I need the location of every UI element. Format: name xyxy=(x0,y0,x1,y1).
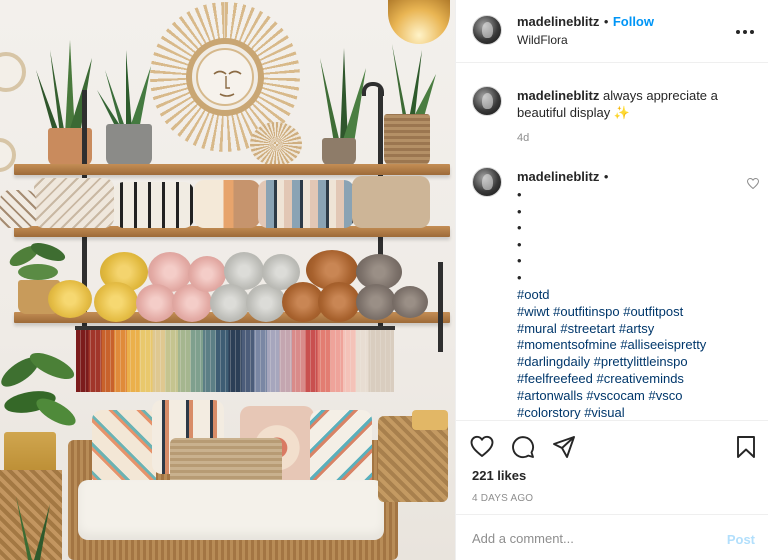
wall-pipe-right xyxy=(438,262,443,352)
bullet-line: • xyxy=(517,220,522,235)
caption-time[interactable]: 4d xyxy=(517,132,529,144)
header-username[interactable]: madelineblitz xyxy=(517,14,599,29)
location-link[interactable]: WildFlora xyxy=(517,33,568,47)
post-actions: 221 likes 4 DAYS AGO xyxy=(456,420,768,514)
comment-user-line: madelineblitz • xyxy=(517,168,608,186)
more-horizontal-icon[interactable] xyxy=(735,20,755,40)
sofa-pillow-kilim-3 xyxy=(310,410,372,488)
plant-succulent xyxy=(95,50,157,130)
header-separator: • xyxy=(603,14,609,29)
bullet-lines: • • • • • • xyxy=(517,187,522,286)
bullet-line: • xyxy=(517,187,522,202)
pillow-orange-stripe xyxy=(194,180,260,228)
towel-pink-1 xyxy=(136,284,176,322)
towel-charcoal-2 xyxy=(392,286,428,318)
pillow-geometric-1 xyxy=(34,178,114,228)
gray-pot xyxy=(106,124,152,166)
share-icon[interactable] xyxy=(552,435,576,459)
towel-yellow-1 xyxy=(94,282,138,322)
pillow-multistripe xyxy=(258,180,354,228)
hashtag-line[interactable]: #artonwalls #vscocam #vsco xyxy=(517,388,706,405)
post-photo[interactable] xyxy=(0,0,455,560)
header-user-line: madelineblitz • Follow xyxy=(517,13,654,31)
wall-mirror-left xyxy=(0,52,26,92)
bullet-line: • xyxy=(517,269,522,285)
sofa-cushion xyxy=(78,480,384,540)
bookmark-icon[interactable] xyxy=(734,435,758,459)
bullet-line: • xyxy=(517,253,522,268)
hanging-napkins xyxy=(76,330,394,392)
towel-rust-2 xyxy=(318,282,360,322)
bullet-line: • xyxy=(517,236,522,252)
hashtag-line[interactable]: #wiwt #outfitinspo #outfitpost xyxy=(517,304,706,321)
pillow-tan xyxy=(352,176,430,228)
pendant-lamp xyxy=(388,0,450,44)
post-sidebar: madelineblitz • Follow WildFlora madelin… xyxy=(455,0,768,560)
likes-count[interactable]: 221 likes xyxy=(472,468,526,483)
comment-icon[interactable] xyxy=(511,435,535,459)
post-header: madelineblitz • Follow WildFlora xyxy=(456,0,768,63)
sofa-pillow-kilim-1 xyxy=(92,410,156,490)
towel-gray-1 xyxy=(210,284,250,322)
hashtag-line[interactable]: #momentsofmine #alliseeispretty xyxy=(517,337,706,354)
post-timestamp[interactable]: 4 DAYS AGO xyxy=(472,493,533,504)
pipe-elbow xyxy=(362,82,384,96)
comment-input[interactable] xyxy=(472,527,712,549)
avatar[interactable] xyxy=(472,15,502,45)
plant-snake-left xyxy=(30,40,100,135)
comments-list[interactable]: madelineblitz always appreciate a beauti… xyxy=(456,64,768,419)
avatar[interactable] xyxy=(472,167,502,197)
towel-charcoal-1 xyxy=(356,284,396,320)
pillow-blackwhite xyxy=(114,182,194,228)
bullet-line: • xyxy=(517,203,522,219)
post-button[interactable]: Post xyxy=(727,532,755,547)
heart-outline-icon[interactable] xyxy=(746,176,760,194)
pillow-edge xyxy=(0,190,36,228)
hashtag-lines: #ootd #wiwt #outfitinspo #outfitpost #mu… xyxy=(517,287,706,419)
heart-icon[interactable] xyxy=(470,435,494,459)
add-comment-bar: Post xyxy=(456,514,768,560)
plant-snake-right xyxy=(378,44,438,124)
basket-items xyxy=(412,410,448,430)
avatar[interactable] xyxy=(472,86,502,116)
comment-separator: • xyxy=(603,169,609,184)
shelf-top xyxy=(14,164,450,175)
comment-username[interactable]: madelineblitz xyxy=(517,169,599,184)
plant-snake-bottom xyxy=(2,496,62,560)
sun-mirror-face xyxy=(196,48,254,106)
hashtag-line[interactable]: #colorstory #visual xyxy=(517,405,706,419)
caption-text: madelineblitz always appreciate a beauti… xyxy=(517,87,749,121)
small-pot xyxy=(322,138,356,166)
hashtag-line[interactable]: #ootd xyxy=(517,287,706,304)
follow-button[interactable]: Follow xyxy=(613,14,654,29)
wall-medallion xyxy=(250,122,302,166)
woven-basket-pot xyxy=(384,114,430,166)
towel-yellow-2 xyxy=(48,280,92,318)
caption-username[interactable]: madelineblitz xyxy=(517,88,599,103)
hashtag-line[interactable]: #darlingdaily #prettylittleinspo xyxy=(517,354,706,371)
hashtag-line[interactable]: #mural #streetart #artsy xyxy=(517,321,706,338)
hashtag-line[interactable]: #feelfreefeed #creativeminds xyxy=(517,371,706,388)
